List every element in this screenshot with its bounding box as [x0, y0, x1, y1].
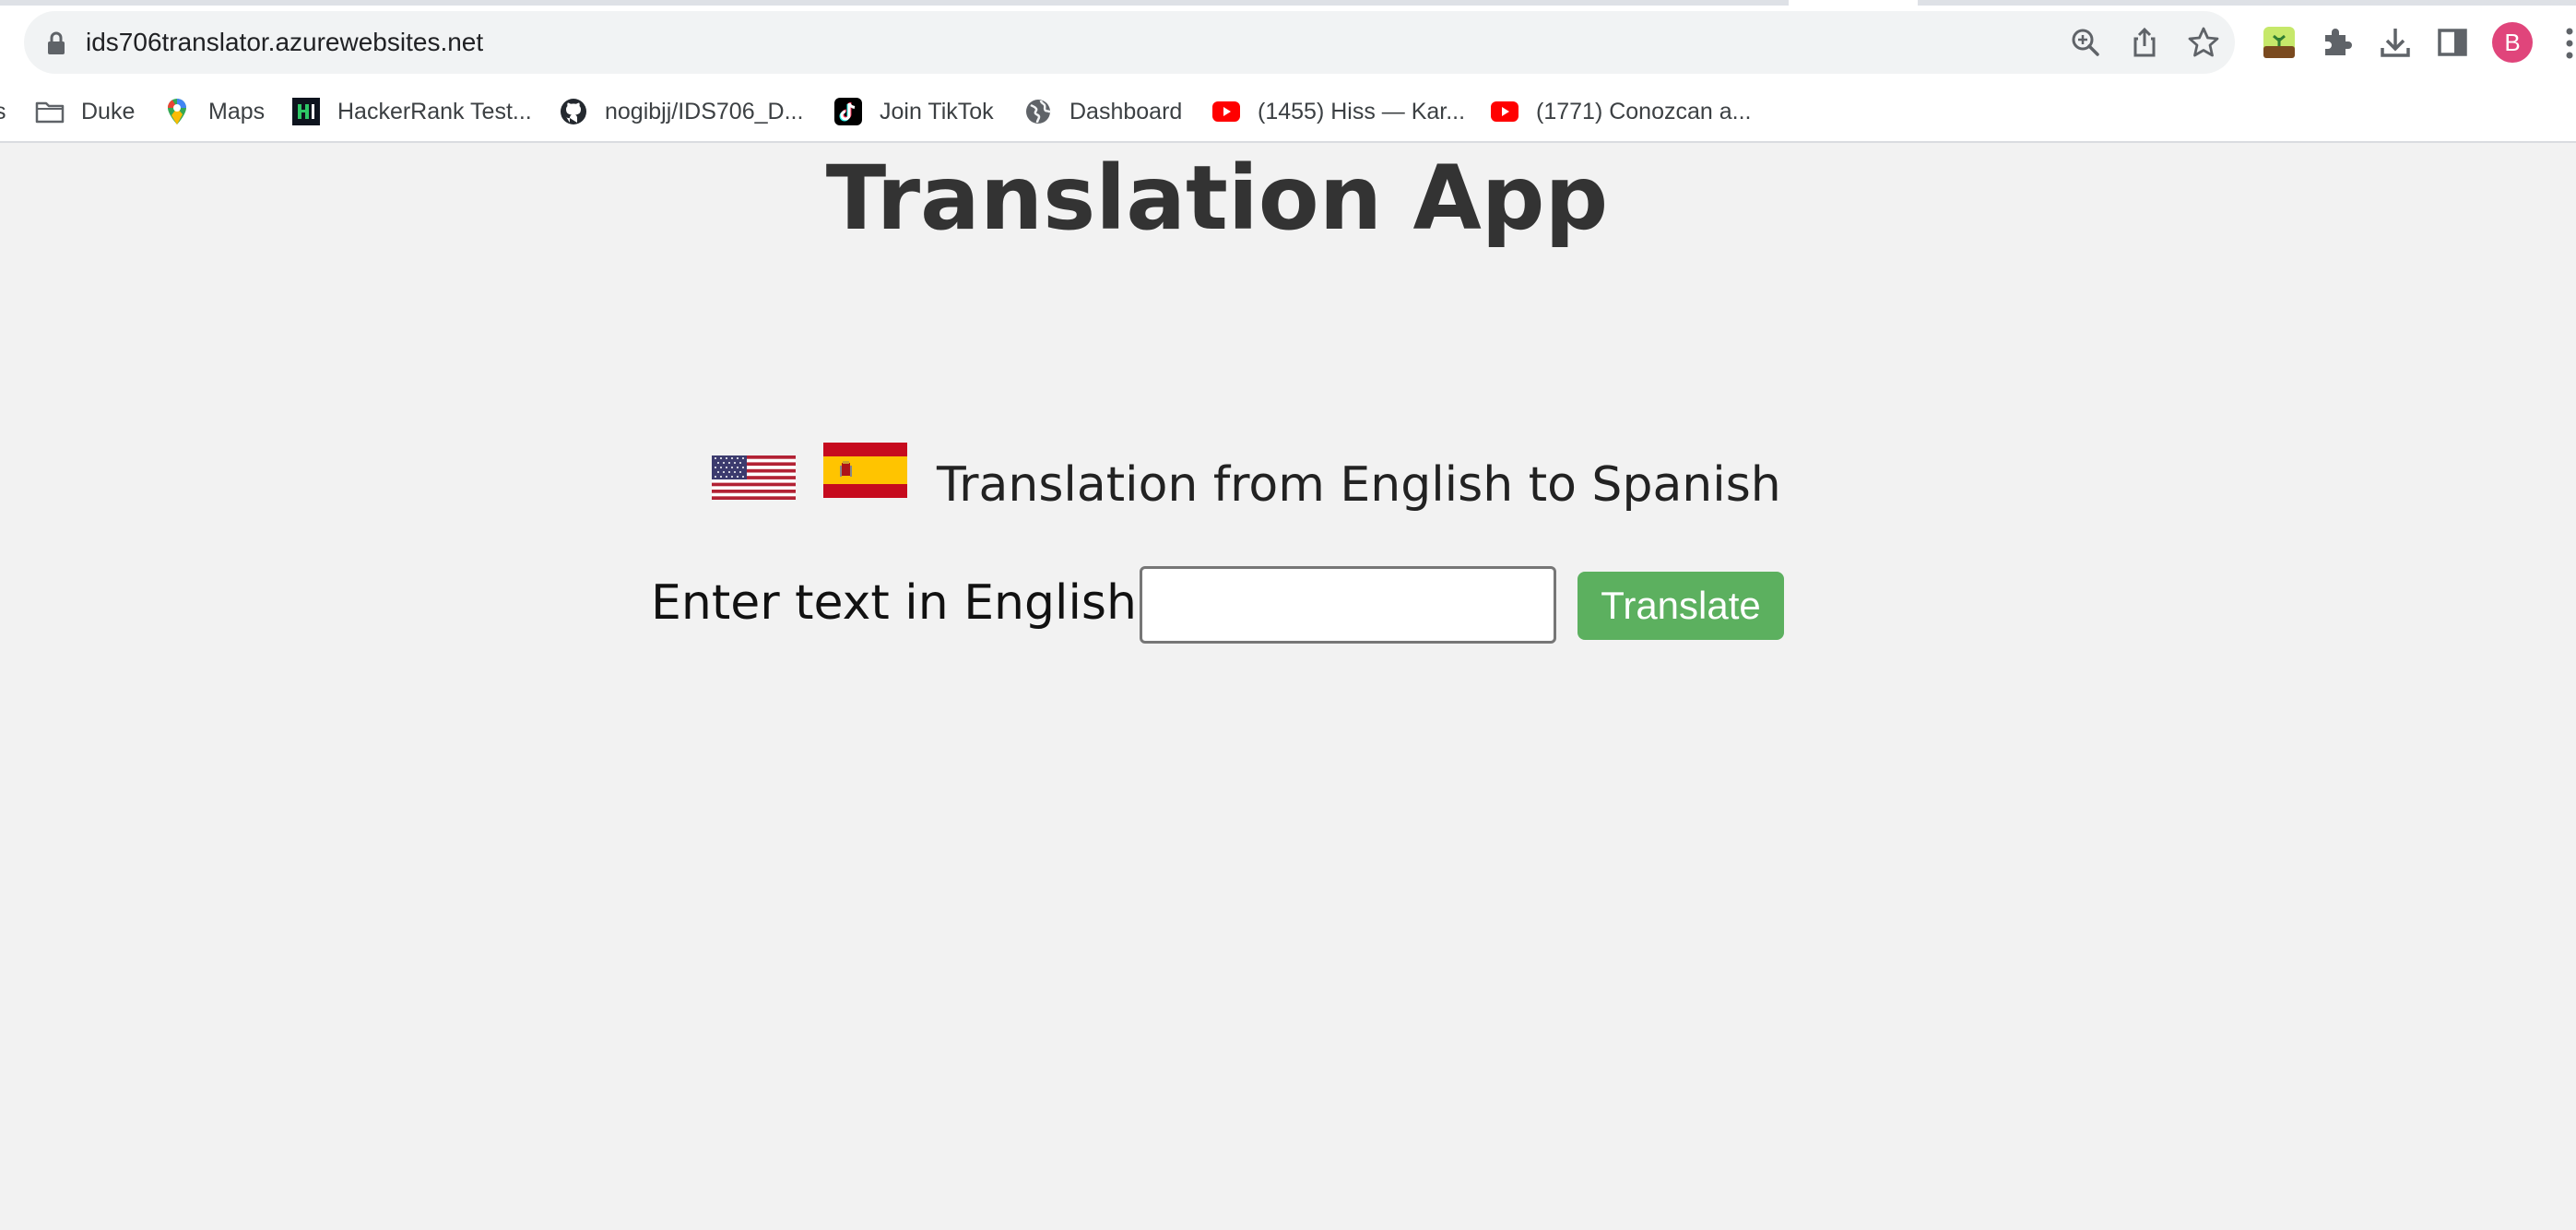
kebab-menu-icon[interactable]	[2563, 26, 2576, 61]
bookmark-youtube-hiss[interactable]: (1455) Hiss — Kar...	[1211, 87, 1465, 136]
youtube-icon	[1212, 101, 1240, 122]
bookmark-label: Join TikTok	[880, 98, 994, 124]
tab-strip	[0, 0, 2576, 6]
spain-flag-icon	[823, 443, 907, 498]
share-icon[interactable]	[2128, 26, 2161, 59]
bookmark-tiktok[interactable]: Join TikTok	[833, 87, 994, 136]
bookmark-star-icon[interactable]	[2187, 26, 2220, 59]
bookmark-label: Dashboard	[1069, 98, 1183, 124]
page-body	[0, 143, 2576, 1230]
url-text[interactable]: ids706translator.azurewebsites.net	[86, 22, 483, 63]
english-text-input[interactable]	[1140, 566, 1556, 644]
bookmark-github[interactable]: nogibjj/IDS706_D...	[559, 87, 803, 136]
tiktok-icon	[834, 98, 862, 125]
google-maps-icon	[168, 99, 186, 124]
bookmark-youtube-conozcan[interactable]: (1771) Conozcan a...	[1490, 87, 1751, 136]
active-tab-edge	[1789, 0, 1918, 6]
side-panel-icon[interactable]	[2434, 24, 2471, 61]
lock-icon[interactable]	[46, 31, 66, 55]
hackerrank-icon	[292, 98, 320, 125]
bookmark-dashboard[interactable]: Dashboard	[1023, 87, 1182, 136]
download-icon[interactable]	[2377, 24, 2414, 61]
subtitle: Translation from English to Spanish	[937, 457, 1781, 513]
bookmark-maps[interactable]: Maps	[162, 87, 265, 136]
bookmark-label: (1455) Hiss — Kar...	[1258, 98, 1466, 124]
translate-button[interactable]: Translate	[1578, 572, 1784, 640]
bookmark-hackerrank[interactable]: HackerRank Test...	[291, 87, 532, 136]
profile-avatar[interactable]: B	[2492, 22, 2533, 63]
bookmark-label: Maps	[208, 98, 266, 124]
bookmark-label: (1771) Conozcan a...	[1536, 98, 1752, 124]
extension-app-icon[interactable]	[2261, 24, 2298, 61]
bookmark-duke[interactable]: Duke	[35, 87, 135, 136]
youtube-icon	[1491, 101, 1518, 122]
bookmark-label: nogibjj/IDS706_D...	[605, 98, 804, 124]
input-label: Enter text in English:	[651, 575, 1153, 631]
bookmark-label: Duke	[81, 98, 136, 124]
bookmark-partial-label[interactable]: s	[0, 87, 6, 136]
bookmarks-bar: s Duke Maps HackerRank Test... nogibjj/I…	[0, 87, 2576, 136]
folder-icon	[35, 101, 65, 124]
page-title: Translation App	[825, 147, 1609, 250]
bookmark-label: HackerRank Test...	[337, 98, 532, 124]
puzzle-extensions-icon[interactable]	[2318, 24, 2355, 61]
us-flag-icon	[712, 455, 796, 500]
browser-toolbar: ids706translator.azurewebsites.net B s D…	[0, 0, 2576, 143]
github-icon	[561, 99, 586, 124]
zoom-icon[interactable]	[2069, 26, 2102, 59]
globe-icon	[1026, 100, 1052, 124]
